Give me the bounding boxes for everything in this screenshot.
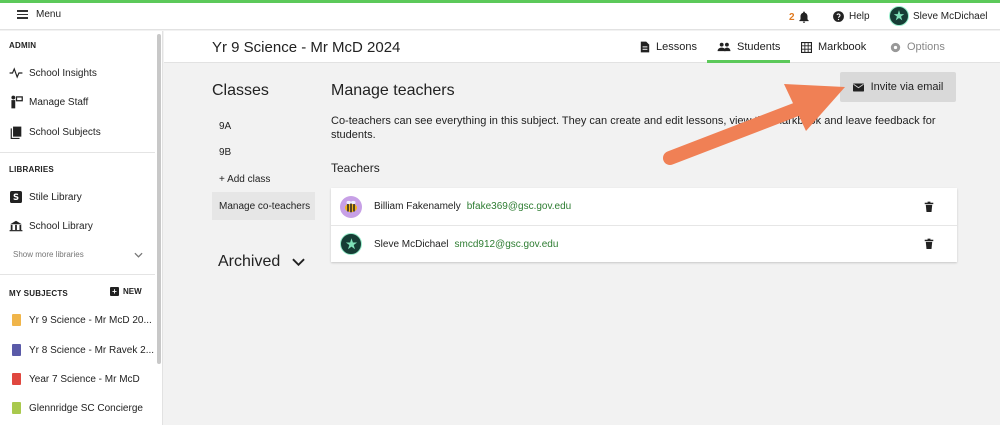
tab-label: Options bbox=[907, 41, 945, 53]
sidebar-item-label: School Library bbox=[29, 220, 93, 232]
chevron-down-icon bbox=[134, 252, 143, 258]
teachers-list: Billiam Fakenamely bfake369@gsc.gov.edu S… bbox=[331, 188, 957, 262]
new-label: NEW bbox=[123, 287, 142, 296]
subject-color-swatch bbox=[11, 344, 21, 356]
sidebar-scrollbar[interactable] bbox=[157, 34, 161, 364]
subject-title: Yr 9 Science - Mr McD 2024 bbox=[212, 39, 401, 56]
sidebar-item-school-insights[interactable]: School Insights bbox=[9, 66, 97, 80]
sidebar-subject-item[interactable]: Glennridge SC Concierge bbox=[9, 401, 143, 415]
books-icon bbox=[9, 125, 23, 139]
menu-label: Menu bbox=[36, 9, 62, 20]
help-label: Help bbox=[849, 11, 870, 22]
teacher-email[interactable]: bfake369@gsc.gov.edu bbox=[467, 201, 571, 212]
teacher-avatar bbox=[340, 195, 362, 218]
staff-icon bbox=[9, 95, 23, 109]
sidebar-subject-item[interactable]: Yr 9 Science - Mr McD 20... bbox=[9, 313, 152, 327]
document-icon bbox=[640, 41, 650, 53]
sidebar-item-label: Yr 9 Science - Mr McD 20... bbox=[29, 314, 152, 326]
libraries-heading: LIBRARIES bbox=[9, 165, 54, 174]
manage-co-teachers-item[interactable]: Manage co-teachers bbox=[212, 192, 315, 220]
hamburger-icon bbox=[17, 10, 28, 19]
classes-title: Classes bbox=[212, 82, 269, 99]
teacher-avatar bbox=[340, 233, 362, 255]
top-bar: Menu 2 Help Sleve McDichael bbox=[0, 3, 1000, 30]
teacher-name: Billiam Fakenamely bbox=[374, 201, 461, 212]
subject-color-swatch bbox=[11, 373, 21, 385]
class-item-9a[interactable]: 9A bbox=[212, 117, 315, 135]
sidebar-subject-item[interactable]: Yr 8 Science - Mr Ravek 2... bbox=[9, 343, 154, 357]
user-avatar bbox=[889, 6, 909, 26]
svg-text:S: S bbox=[13, 192, 19, 202]
teacher-info: Billiam Fakenamely bfake369@gsc.gov.edu bbox=[374, 201, 571, 212]
sidebar-item-school-library[interactable]: School Library bbox=[9, 219, 93, 233]
archived-toggle[interactable]: Archived bbox=[218, 253, 305, 271]
tab-label: Students bbox=[737, 41, 781, 53]
manage-teachers-title: Manage teachers bbox=[331, 82, 455, 99]
sidebar-item-manage-staff[interactable]: Manage Staff bbox=[9, 95, 88, 109]
subject-header: Yr 9 Science - Mr McD 2024 Lessons Stude… bbox=[164, 31, 1000, 63]
plus-icon: + bbox=[110, 287, 119, 296]
stile-logo-icon: S bbox=[9, 190, 23, 204]
sidebar-item-stile-library[interactable]: S Stile Library bbox=[9, 190, 82, 204]
sidebar-divider bbox=[0, 152, 155, 153]
tab-students[interactable]: Students bbox=[707, 31, 791, 63]
teachers-heading: Teachers bbox=[331, 161, 380, 175]
envelope-icon bbox=[852, 83, 864, 91]
sidebar-item-label: Yr 8 Science - Mr Ravek 2... bbox=[29, 344, 155, 356]
sidebar-item-label: Glennridge SC Concierge bbox=[29, 402, 143, 414]
tab-lessons[interactable]: Lessons bbox=[640, 31, 697, 63]
help-button[interactable]: Help bbox=[832, 10, 870, 23]
trash-icon[interactable] bbox=[924, 238, 934, 250]
user-menu[interactable]: Sleve McDichael bbox=[889, 6, 987, 26]
user-name: Sleve McDichael bbox=[913, 10, 988, 22]
archived-label: Archived bbox=[218, 253, 281, 270]
admin-heading: ADMIN bbox=[9, 41, 37, 50]
sidebar-item-label: School Subjects bbox=[29, 126, 101, 138]
teacher-name: Sleve McDichael bbox=[374, 238, 449, 250]
subject-color-swatch bbox=[11, 314, 21, 326]
notifications-button[interactable]: 2 bbox=[789, 10, 811, 24]
teacher-email[interactable]: smcd912@gsc.gov.edu bbox=[454, 239, 558, 250]
school-building-icon bbox=[9, 219, 23, 233]
bee-avatar-icon bbox=[345, 200, 357, 212]
sidebar-item-label: Year 7 Science - Mr McD bbox=[29, 373, 140, 385]
sidebar-divider bbox=[0, 274, 155, 275]
sidebar-item-label: Manage Staff bbox=[29, 96, 89, 108]
sidebar-subject-item[interactable]: Year 7 Science - Mr McD bbox=[9, 372, 140, 386]
sidebar: ADMIN School Insights Manage Staff Schoo… bbox=[0, 31, 163, 425]
show-more-label: Show more libraries bbox=[13, 250, 84, 259]
grid-icon bbox=[801, 41, 812, 53]
teacher-row: Sleve McDichael smcd912@gsc.gov.edu bbox=[331, 225, 957, 262]
invite-via-email-button[interactable]: Invite via email bbox=[840, 72, 956, 102]
tab-label: Markbook bbox=[818, 41, 867, 53]
invite-label: Invite via email bbox=[870, 81, 944, 93]
trash-icon[interactable] bbox=[924, 201, 934, 213]
add-class-button[interactable]: + Add class bbox=[212, 170, 315, 188]
sidebar-item-label: Stile Library bbox=[29, 191, 82, 203]
pulse-icon bbox=[9, 66, 23, 80]
bell-icon bbox=[798, 11, 809, 23]
co-teacher-description: Co-teachers can see everything in this s… bbox=[331, 115, 936, 141]
tab-markbook[interactable]: Markbook bbox=[801, 31, 866, 63]
teacher-row: Billiam Fakenamely bfake369@gsc.gov.edu bbox=[331, 188, 957, 225]
people-icon bbox=[717, 42, 731, 52]
tab-options[interactable]: Options bbox=[890, 31, 945, 63]
star-avatar-icon bbox=[345, 237, 357, 249]
menu-button[interactable]: Menu bbox=[17, 9, 61, 20]
show-more-libraries-button[interactable]: Show more libraries bbox=[13, 250, 143, 259]
chevron-down-icon bbox=[292, 258, 305, 266]
star-avatar-icon bbox=[893, 10, 905, 21]
subject-color-swatch bbox=[11, 402, 21, 414]
class-item-9b[interactable]: 9B bbox=[212, 143, 315, 161]
notification-count: 2 bbox=[789, 11, 795, 23]
sidebar-item-school-subjects[interactable]: School Subjects bbox=[9, 125, 101, 139]
question-circle-icon bbox=[833, 11, 844, 22]
sidebar-item-label: School Insights bbox=[29, 67, 97, 79]
new-subject-button[interactable]: + NEW bbox=[110, 287, 142, 296]
my-subjects-heading: MY SUBJECTS bbox=[9, 289, 68, 298]
gear-icon bbox=[890, 42, 901, 52]
teacher-info: Sleve McDichael smcd912@gsc.gov.edu bbox=[374, 239, 558, 250]
tab-label: Lessons bbox=[656, 41, 697, 53]
